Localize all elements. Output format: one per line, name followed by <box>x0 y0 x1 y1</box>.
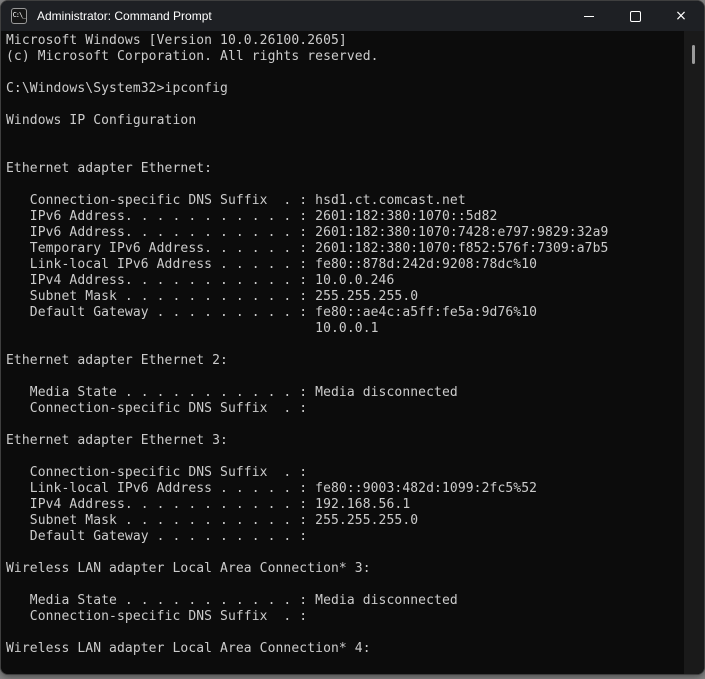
window-controls: × <box>566 1 704 31</box>
console-line: Wireless LAN adapter Local Area Connecti… <box>6 561 704 577</box>
console-line: (c) Microsoft Corporation. All rights re… <box>6 49 704 65</box>
scrollbar[interactable] <box>684 31 704 675</box>
console-line: Subnet Mask . . . . . . . . . . . : 255.… <box>6 513 704 529</box>
console-line <box>6 417 704 433</box>
console-line: Link-local IPv6 Address . . . . . : fe80… <box>6 257 704 273</box>
console-line: Wireless LAN adapter Local Area Connecti… <box>6 641 704 657</box>
console-line: Windows IP Configuration <box>6 113 704 129</box>
console-line: Subnet Mask . . . . . . . . . . . : 255.… <box>6 289 704 305</box>
console-line: Ethernet adapter Ethernet 3: <box>6 433 704 449</box>
console-line: Connection-specific DNS Suffix . : hsd1.… <box>6 193 704 209</box>
console-line: IPv4 Address. . . . . . . . . . . : 192.… <box>6 497 704 513</box>
close-icon: × <box>675 9 687 23</box>
console-line <box>6 177 704 193</box>
console-line: Ethernet adapter Ethernet 2: <box>6 353 704 369</box>
console-line: Temporary IPv6 Address. . . . . . : 2601… <box>6 241 704 257</box>
console-output[interactable]: Microsoft Windows [Version 10.0.26100.26… <box>1 31 704 675</box>
console-line: Default Gateway . . . . . . . . . : fe80… <box>6 305 704 321</box>
maximize-icon <box>630 11 641 22</box>
close-button[interactable]: × <box>658 1 704 31</box>
console-line: Default Gateway . . . . . . . . . : <box>6 529 704 545</box>
titlebar[interactable]: C:\_ Administrator: Command Prompt × <box>1 1 704 31</box>
console-line: Microsoft Windows [Version 10.0.26100.26… <box>6 33 704 49</box>
console-line: IPv6 Address. . . . . . . . . . . : 2601… <box>6 209 704 225</box>
console-line <box>6 657 704 673</box>
console-line: Ethernet adapter Ethernet: <box>6 161 704 177</box>
console-line: Connection-specific DNS Suffix . : <box>6 401 704 417</box>
console-line: Media State . . . . . . . . . . . : Medi… <box>6 593 704 609</box>
console-line: Connection-specific DNS Suffix . : <box>6 465 704 481</box>
maximize-button[interactable] <box>612 1 658 31</box>
console-line <box>6 369 704 385</box>
console-line <box>6 97 704 113</box>
console-line <box>6 545 704 561</box>
console-line: C:\Windows\System32>ipconfig <box>6 81 704 97</box>
console-line: Connection-specific DNS Suffix . : <box>6 609 704 625</box>
minimize-icon <box>584 16 594 17</box>
console-line: Link-local IPv6 Address . . . . . : fe80… <box>6 481 704 497</box>
console-line: Media State . . . . . . . . . . . : Medi… <box>6 385 704 401</box>
console-line <box>6 449 704 465</box>
desktop-background: { "window": { "title": "Administrator: C… <box>0 0 705 679</box>
cmd-window: C:\_ Administrator: Command Prompt × Mic… <box>0 0 705 675</box>
console-line <box>6 129 704 145</box>
cmd-app-icon[interactable]: C:\_ <box>11 8 27 24</box>
console-line <box>6 145 704 161</box>
console-line <box>6 337 704 353</box>
console-line: 10.0.0.1 <box>6 321 704 337</box>
console-line <box>6 577 704 593</box>
console-line: IPv6 Address. . . . . . . . . . . : 2601… <box>6 225 704 241</box>
minimize-button[interactable] <box>566 1 612 31</box>
scrollbar-thumb[interactable] <box>692 45 695 64</box>
window-title: Administrator: Command Prompt <box>37 9 212 23</box>
console-line <box>6 625 704 641</box>
console-line <box>6 65 704 81</box>
console-line: IPv4 Address. . . . . . . . . . . : 10.0… <box>6 273 704 289</box>
